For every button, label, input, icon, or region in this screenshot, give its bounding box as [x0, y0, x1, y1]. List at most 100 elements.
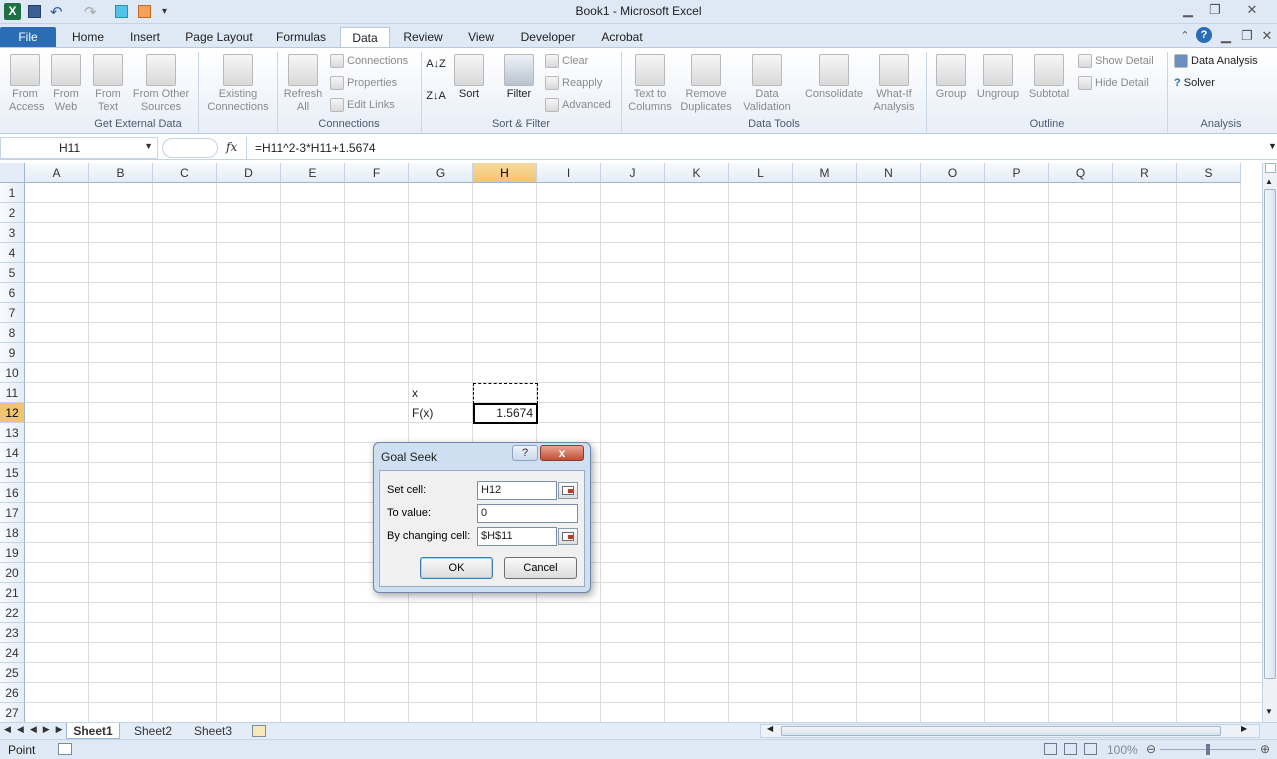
from-web-button[interactable]: From Web [46, 54, 86, 114]
column-header[interactable]: I [537, 163, 601, 183]
show-detail-button[interactable]: Show Detail [1078, 54, 1154, 69]
row-header[interactable]: 26 [0, 683, 25, 703]
page-layout-view-icon[interactable] [1064, 743, 1077, 755]
column-header[interactable]: C [153, 163, 217, 183]
column-header[interactable]: H [473, 163, 537, 183]
row-header[interactable]: 9 [0, 343, 25, 363]
row-header[interactable]: 18 [0, 523, 25, 543]
cell-g12[interactable]: F(x) [409, 403, 473, 423]
from-other-sources-button[interactable]: From Other Sources [128, 54, 194, 114]
column-header[interactable]: B [89, 163, 153, 183]
properties-button[interactable]: Properties [330, 76, 397, 91]
column-header[interactable]: R [1113, 163, 1177, 183]
insert-sheet-icon[interactable] [252, 725, 266, 737]
column-header[interactable]: L [729, 163, 793, 183]
remove-duplicates-button[interactable]: Remove Duplicates [678, 54, 734, 114]
name-box-dropdown-icon[interactable]: ▼ [144, 141, 153, 151]
row-header[interactable]: 4 [0, 243, 25, 263]
column-header[interactable]: N [857, 163, 921, 183]
row-header[interactable]: 25 [0, 663, 25, 683]
ungroup-button[interactable]: Ungroup [974, 54, 1022, 101]
consolidate-button[interactable]: Consolidate [800, 54, 868, 101]
row-header[interactable]: 20 [0, 563, 25, 583]
sheet-tab-sheet3[interactable]: Sheet3 [186, 723, 240, 739]
hide-detail-button[interactable]: Hide Detail [1078, 76, 1149, 91]
from-access-button[interactable]: From Access [4, 54, 46, 114]
minimize-icon[interactable]: ▁ [1176, 1, 1200, 19]
existing-connections-button[interactable]: Existing Connections [202, 54, 274, 114]
row-header[interactable]: 15 [0, 463, 25, 483]
ok-button[interactable]: OK [420, 557, 493, 579]
what-if-analysis-button[interactable]: What-If Analysis [868, 54, 920, 114]
zoom-in-icon[interactable]: ⊕ [1260, 742, 1270, 756]
sort-button[interactable]: Sort [452, 54, 486, 101]
column-header[interactable]: J [601, 163, 665, 183]
tab-page-layout[interactable]: Page Layout [180, 27, 258, 47]
zoom-slider-thumb[interactable] [1206, 744, 1210, 755]
solver-button[interactable]: ? Solver [1174, 76, 1215, 90]
row-header[interactable]: 5 [0, 263, 25, 283]
name-box[interactable]: H11 ▼ [0, 137, 158, 159]
from-text-button[interactable]: From Text [88, 54, 128, 114]
row-header[interactable]: 17 [0, 503, 25, 523]
row-header[interactable]: 16 [0, 483, 25, 503]
page-break-view-icon[interactable] [1084, 743, 1097, 755]
scroll-right-icon[interactable]: ▶ [1241, 724, 1247, 733]
scroll-down-icon[interactable]: ▼ [1265, 707, 1273, 716]
row-header[interactable]: 3 [0, 223, 25, 243]
row-header[interactable]: 21 [0, 583, 25, 603]
tab-formulas[interactable]: Formulas [270, 27, 332, 47]
scroll-up-icon[interactable]: ▲ [1265, 177, 1273, 186]
tab-developer[interactable]: Developer [514, 27, 582, 47]
maximize-icon[interactable]: ❐ [1203, 1, 1227, 19]
sort-za-icon[interactable]: Z↓A [426, 90, 446, 103]
row-header[interactable]: 10 [0, 363, 25, 383]
select-all-corner[interactable] [0, 163, 25, 183]
column-header[interactable]: F [345, 163, 409, 183]
sheet-tab-sheet1[interactable]: Sheet1 [66, 723, 120, 739]
cell-g11[interactable]: x [409, 383, 473, 403]
formula-input[interactable]: =H11^2-3*H11+1.5674 [246, 137, 1268, 159]
zoom-out-icon[interactable]: ⊖ [1146, 742, 1156, 756]
zoom-level[interactable]: 100% [1107, 743, 1138, 757]
tab-view[interactable]: View [460, 27, 502, 47]
horizontal-scrollbar[interactable]: ◀ ▶ [760, 724, 1260, 738]
split-box-icon[interactable] [1265, 163, 1276, 173]
scroll-left-icon[interactable]: ◀ [767, 724, 773, 733]
column-header[interactable]: P [985, 163, 1049, 183]
edit-links-button[interactable]: Edit Links [330, 98, 395, 113]
tab-file[interactable]: File [0, 27, 56, 47]
sheet-tab-sheet2[interactable]: Sheet2 [126, 723, 180, 739]
row-header[interactable]: 24 [0, 643, 25, 663]
row-header[interactable]: 2 [0, 203, 25, 223]
column-header[interactable]: A [25, 163, 89, 183]
changing-cell-ref-icon[interactable] [558, 528, 578, 545]
reapply-button[interactable]: Reapply [545, 76, 602, 91]
column-header[interactable]: S [1177, 163, 1241, 183]
cancel-button[interactable]: Cancel [504, 557, 577, 579]
row-header[interactable]: 13 [0, 423, 25, 443]
formula-expand-icon[interactable]: ▼ [1268, 141, 1277, 151]
macro-record-icon[interactable] [58, 743, 72, 755]
tab-home[interactable]: Home [64, 27, 112, 47]
subtotal-button[interactable]: Subtotal [1024, 54, 1074, 101]
row-header[interactable]: 6 [0, 283, 25, 303]
cell-h12[interactable]: 1.5674 [473, 403, 538, 424]
set-cell-ref-icon[interactable] [558, 482, 578, 499]
normal-view-icon[interactable] [1044, 743, 1057, 755]
row-header[interactable]: 7 [0, 303, 25, 323]
column-header[interactable]: K [665, 163, 729, 183]
data-analysis-button[interactable]: Data Analysis [1174, 54, 1258, 69]
column-header[interactable]: Q [1049, 163, 1113, 183]
cell-h11-marquee[interactable] [473, 383, 538, 404]
sort-az-icon[interactable]: A↓Z [426, 58, 446, 71]
row-header[interactable]: 19 [0, 543, 25, 563]
row-header[interactable]: 1 [0, 183, 25, 203]
row-header[interactable]: 14 [0, 443, 25, 463]
row-header[interactable]: 22 [0, 603, 25, 623]
text-to-columns-button[interactable]: Text to Columns [626, 54, 674, 114]
tab-insert[interactable]: Insert [122, 27, 168, 47]
row-header[interactable]: 23 [0, 623, 25, 643]
close-icon[interactable]: ✕ [1240, 1, 1264, 19]
filter-button[interactable]: Filter [500, 54, 538, 101]
